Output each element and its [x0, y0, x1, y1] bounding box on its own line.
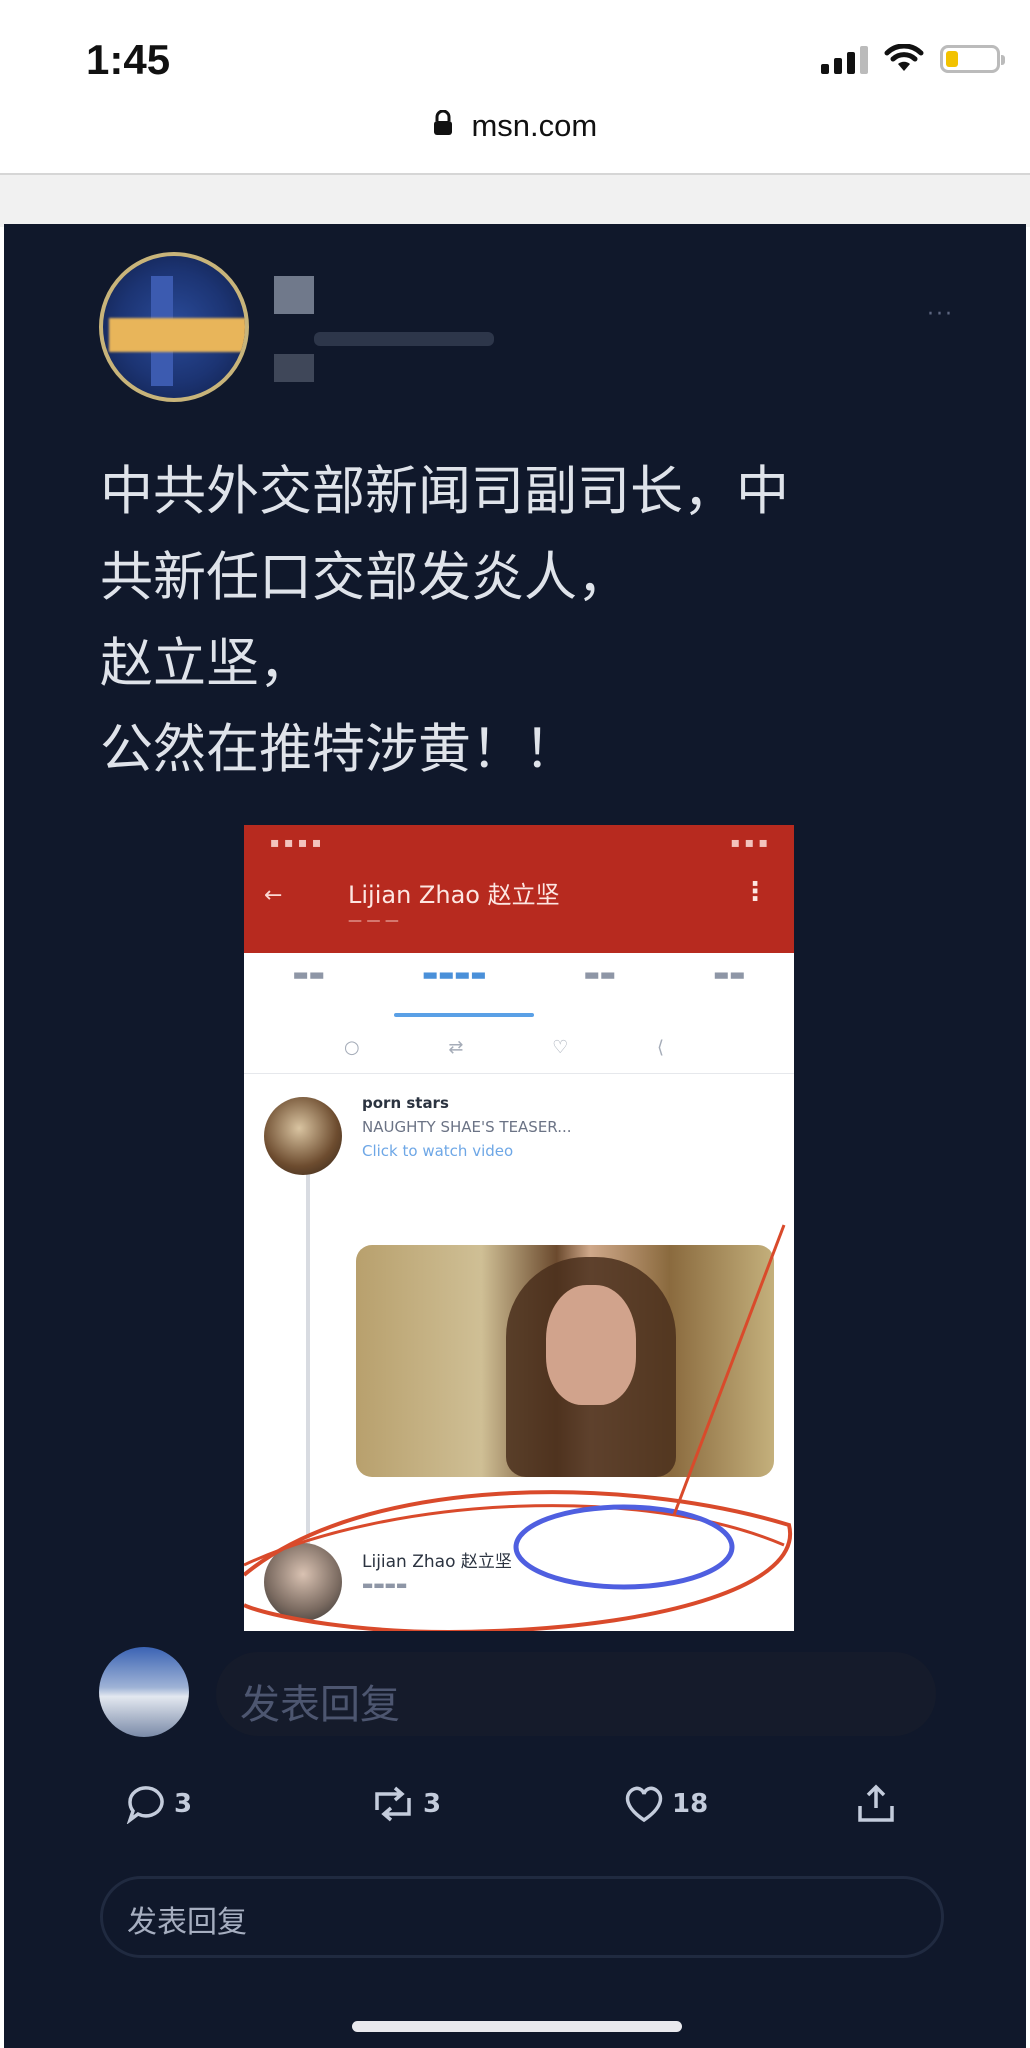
author-name-blurred	[274, 276, 314, 314]
status-bar: 1:45	[0, 0, 1030, 110]
battery-fill	[946, 51, 958, 67]
battery-icon	[940, 45, 1005, 73]
retweet-action: 3	[369, 1784, 441, 1824]
author-meta-blurred	[314, 332, 494, 346]
retweet-icon	[369, 1784, 417, 1824]
author-handle-blurred	[274, 354, 314, 382]
reply-icon	[124, 1784, 168, 1824]
post-line: 共新任口交部发炎人，	[100, 547, 630, 608]
reply-input: 发表回复	[216, 1652, 936, 1736]
post-line: 公然在推特涉黄！！	[100, 719, 577, 780]
wifi-icon	[884, 44, 924, 74]
home-indicator[interactable]	[352, 2021, 682, 2032]
share-action	[852, 1784, 900, 1824]
status-time: 1:45	[86, 36, 171, 83]
embedded-twitter-screenshot: ▪ ▪ ▪ ▪ ▪ ▪ ▪ ← Lijian Zhao 赵立坚 — — — ⋮ …	[244, 825, 794, 1631]
status-icons	[821, 44, 1005, 74]
heart-icon	[622, 1784, 666, 1824]
like-action: 18	[622, 1784, 708, 1824]
post-line: 中共外交部新闻司副司长，中	[100, 461, 789, 522]
share-icon	[852, 1784, 900, 1824]
lock-icon	[433, 108, 453, 144]
more-icon: ···	[927, 302, 954, 327]
page-top-band	[0, 175, 1030, 227]
reply-box: 发表回复	[100, 1876, 944, 1958]
tweet-screenshot: ··· 中共外交部新闻司副司长，中 共新任口交部发炎人， 赵立坚， 公然在推特涉…	[4, 224, 1026, 2048]
action-bar: 3 3 18	[124, 1784, 924, 1864]
address-bar[interactable]: msn.com	[0, 106, 1030, 144]
post-line: 赵立坚，	[100, 633, 312, 694]
post-text: 中共外交部新闻司副司长，中 共新任口交部发炎人， 赵立坚， 公然在推特涉黄！！	[100, 449, 940, 793]
signal-icon	[821, 44, 868, 74]
annotation-circles	[244, 1224, 793, 1631]
reply-action: 3	[124, 1784, 192, 1824]
author-avatar	[99, 252, 249, 402]
reply-avatar	[99, 1647, 189, 1737]
url-text: msn.com	[471, 107, 598, 143]
